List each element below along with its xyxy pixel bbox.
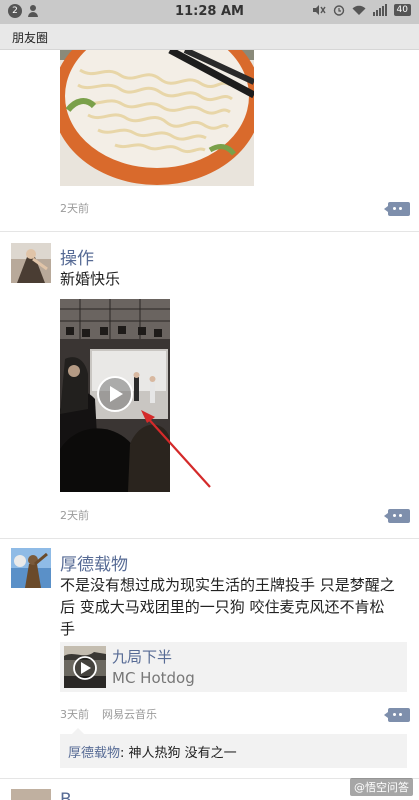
- post-timestamp: 2天前: [60, 509, 89, 522]
- post-text-line: 后 变成大马戏团里的一只狗 咬住麦克风还不肯松: [60, 598, 385, 616]
- comment-separator: :: [120, 746, 129, 761]
- wifi-icon: [352, 5, 366, 15]
- music-title: 九局下半: [112, 648, 173, 666]
- avatar[interactable]: [11, 243, 51, 283]
- avatar[interactable]: [11, 789, 51, 800]
- red-arrow-annotation: [141, 410, 211, 488]
- avatar[interactable]: [11, 548, 51, 588]
- mute-icon: [312, 5, 326, 15]
- comment-author[interactable]: 厚德载物: [68, 746, 120, 761]
- watermark: @悟空问答: [350, 778, 413, 796]
- comment-action-icon[interactable]: [384, 708, 410, 722]
- music-card[interactable]: 九局下半 MC Hotdog: [60, 642, 407, 692]
- comment-item: 厚德载物: 神人热狗 没有之一: [68, 742, 237, 761]
- post-text: 不是没有想过成为现实生活的王牌投手 只是梦醒之 后 变成大马戏团里的一只狗 咬住…: [60, 574, 412, 640]
- author-name[interactable]: B...: [60, 790, 88, 800]
- author-name[interactable]: 操作: [60, 244, 94, 269]
- page-title: 朋友圈: [12, 31, 49, 45]
- moments-feed[interactable]: 2天前 操作 新婚快乐 2天前 厚德载物 不是没有想过成为现实生活的王牌投手 只…: [0, 50, 419, 800]
- post-timestamp: 3天前: [60, 708, 89, 721]
- post-text: 新婚快乐: [60, 270, 121, 288]
- album-cover: [64, 646, 106, 688]
- signal-icon: [372, 4, 387, 16]
- post-divider: [0, 538, 419, 539]
- status-right: 40: [312, 4, 411, 16]
- comment-text: 神人热狗 没有之一: [128, 746, 237, 761]
- app-header: 朋友圈: [0, 24, 419, 50]
- post-text-line: 不是没有想过成为现实生活的王牌投手 只是梦醒之: [60, 576, 395, 594]
- post-source-link[interactable]: 网易云音乐: [102, 706, 157, 722]
- post-timestamp: 2天前: [60, 202, 89, 215]
- status-bar: 2 11:28 AM 40: [0, 0, 419, 24]
- battery-icon: 40: [393, 4, 411, 16]
- alarm-icon: [333, 5, 344, 16]
- comment-action-icon[interactable]: [384, 509, 410, 523]
- author-name[interactable]: 厚德载物: [60, 550, 128, 575]
- post-divider: [0, 231, 419, 232]
- music-artist: MC Hotdog: [112, 669, 195, 687]
- comment-box: 厚德载物: 神人热狗 没有之一: [60, 728, 407, 768]
- comment-action-icon[interactable]: [384, 202, 410, 216]
- noodle-photo[interactable]: [60, 50, 254, 186]
- post-text-line: 手: [60, 620, 76, 638]
